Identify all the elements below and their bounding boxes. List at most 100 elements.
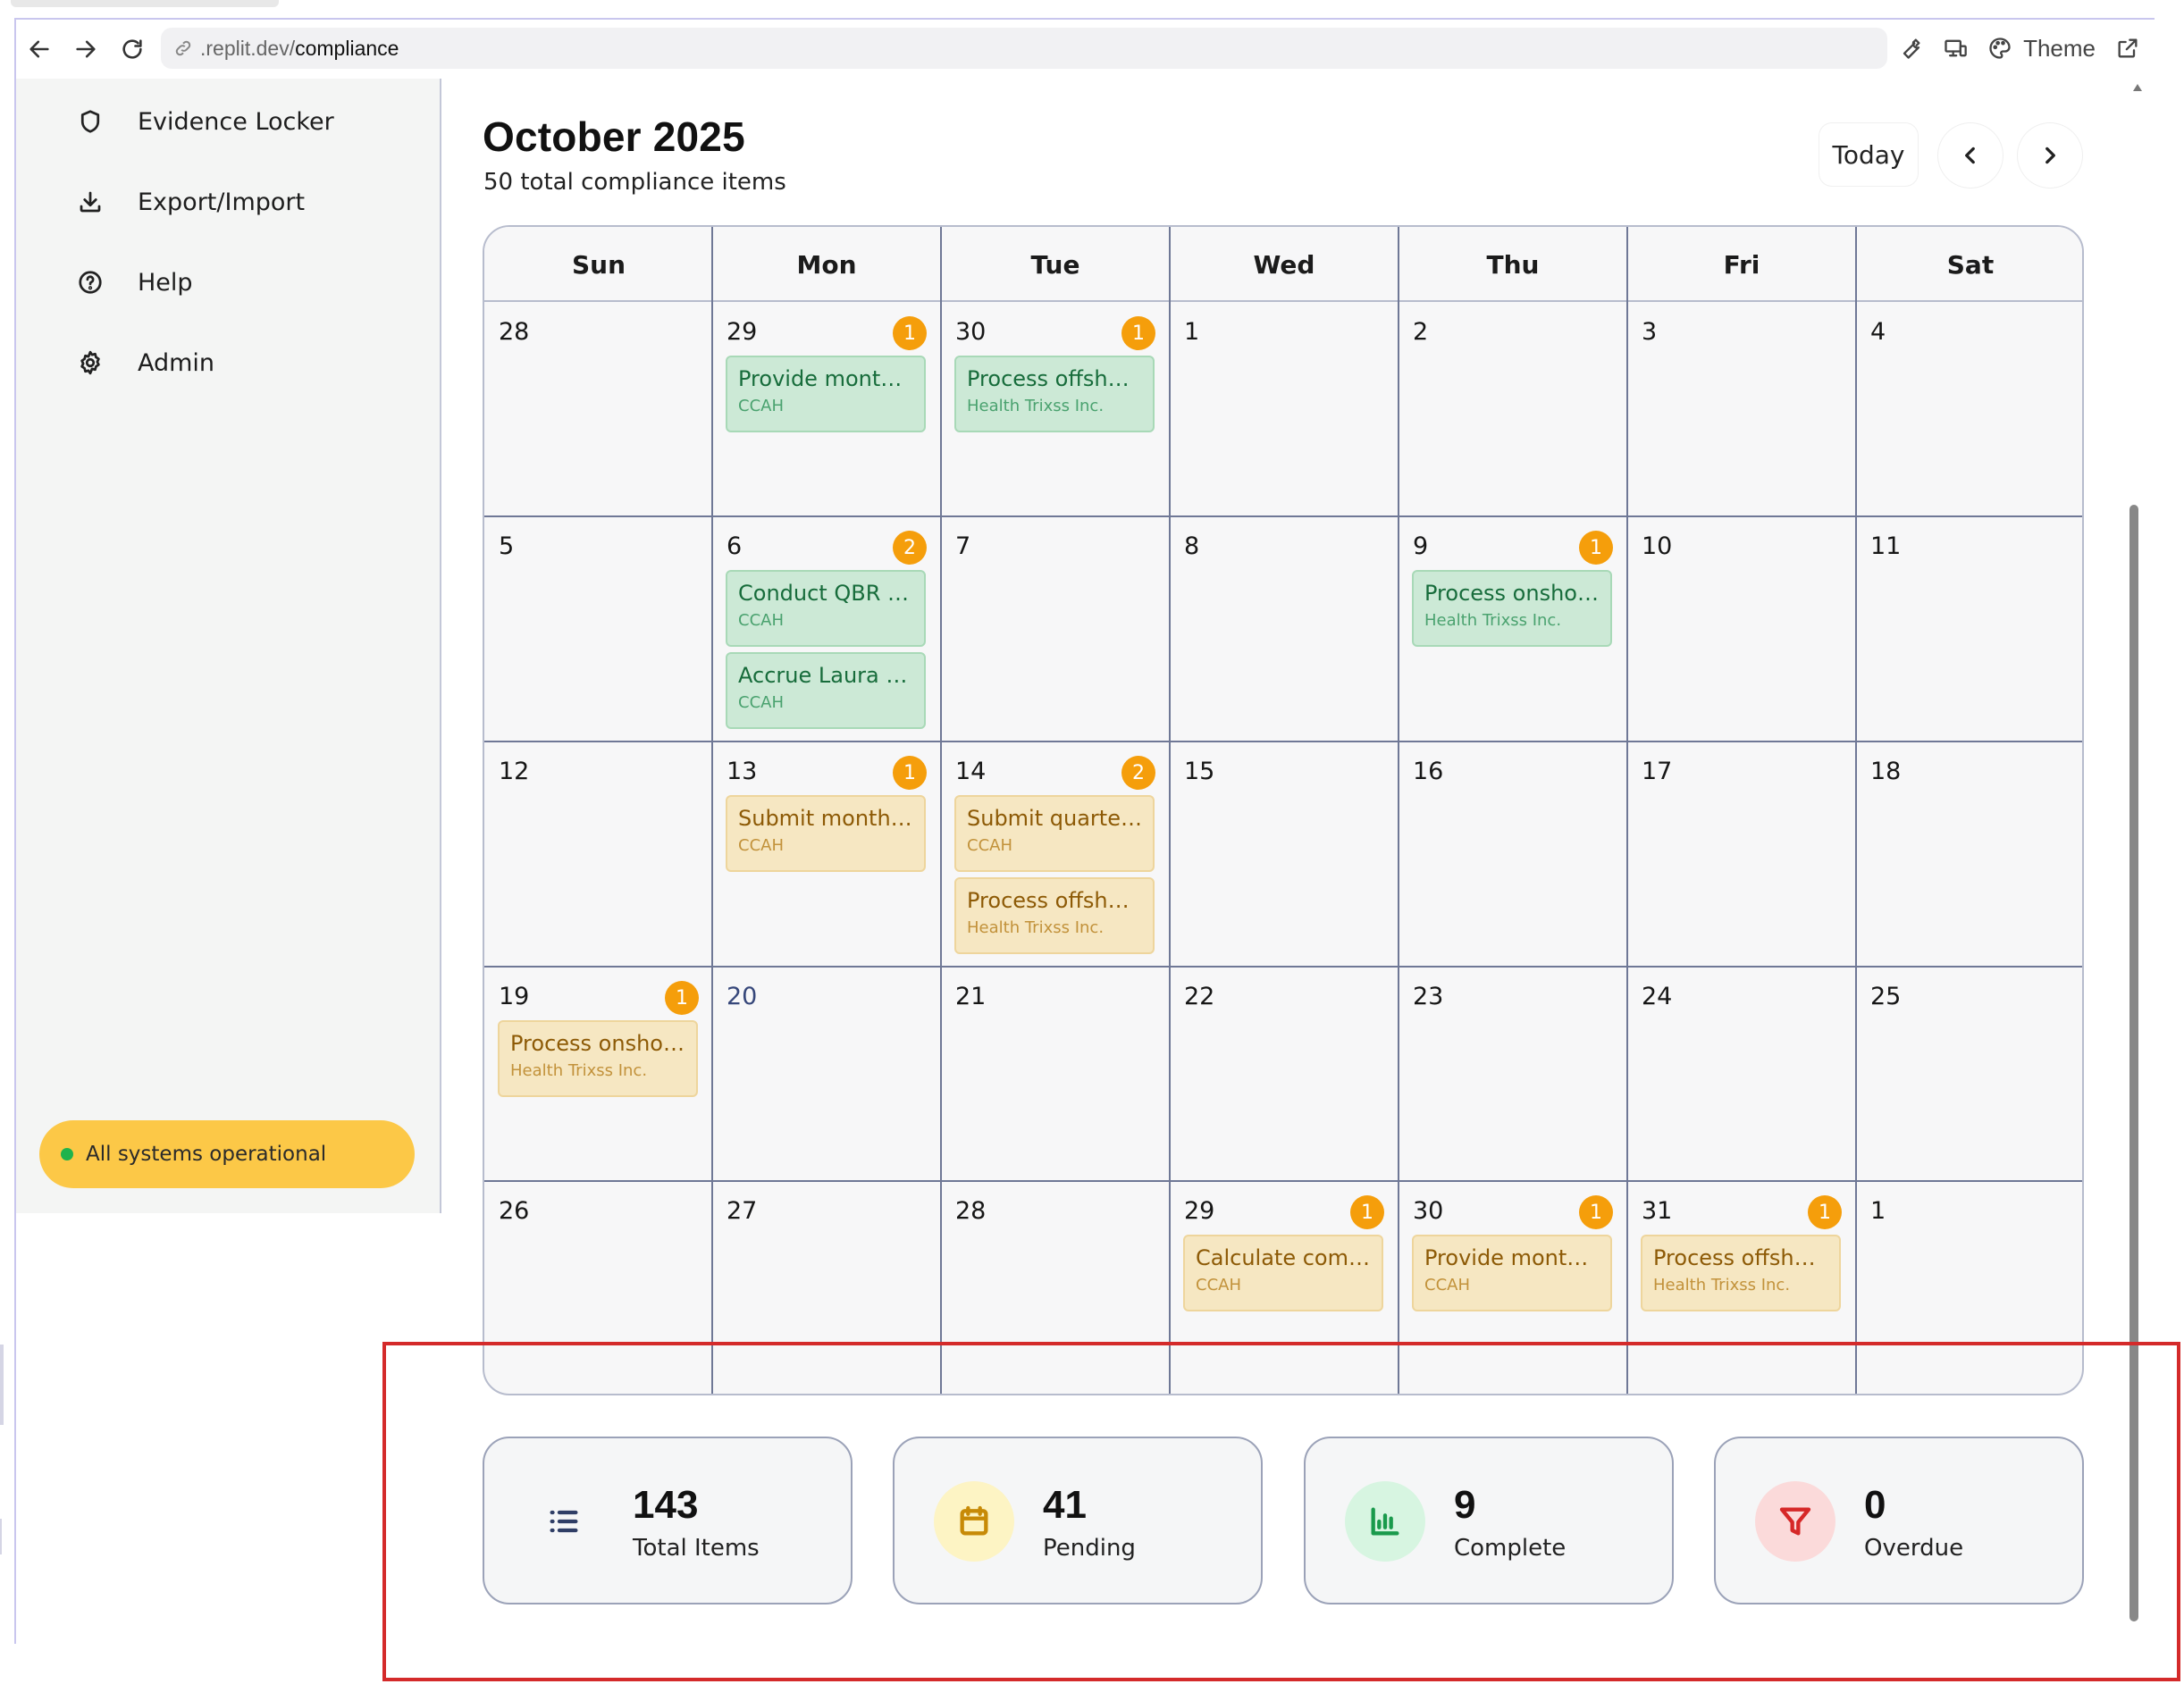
- calendar-day-cell[interactable]: 19 1 Process onshore... Health Trixss Inc.: [484, 967, 713, 1181]
- palette-icon[interactable]: [1987, 36, 2012, 61]
- wrench-icon[interactable]: [1898, 36, 1923, 61]
- compliance-event[interactable]: Process onshore... Health Trixss Inc.: [1412, 570, 1612, 647]
- calendar-day-cell[interactable]: 8: [1170, 516, 1399, 741]
- chevron-right-icon: [2045, 147, 2055, 164]
- day-number: 18: [1870, 758, 1902, 785]
- devices-icon[interactable]: [1943, 36, 1968, 61]
- next-month-button[interactable]: [2018, 123, 2082, 188]
- sidebar-item-export-import[interactable]: Export/Import: [77, 175, 305, 229]
- event-title: Process offshore...: [967, 888, 1142, 913]
- today-button[interactable]: Today: [1819, 123, 1918, 186]
- browser-tab[interactable]: [11, 0, 279, 7]
- event-title: Calculate commi...: [1196, 1245, 1371, 1270]
- calendar-day-cell[interactable]: 28: [484, 302, 713, 516]
- address-bar[interactable]: .replit.dev/compliance: [161, 28, 1887, 69]
- event-title: Process onshore...: [510, 1031, 685, 1056]
- tab-strip: [0, 0, 2184, 18]
- scroll-up-icon[interactable]: [2133, 84, 2142, 91]
- calendar-day-cell[interactable]: 14 2 Submit quarterly... CCAH Process offsho…: [941, 741, 1170, 967]
- calendar-day-cell[interactable]: 30 1 Process offshore... Health Trixss Inc.: [941, 302, 1170, 516]
- calendar-day-cell[interactable]: 2: [1399, 302, 1627, 516]
- event-organization: Health Trixss Inc.: [510, 1061, 648, 1080]
- calendar-day-cell[interactable]: 18: [1856, 741, 2082, 967]
- theme-button[interactable]: Theme: [2023, 35, 2096, 63]
- compliance-event[interactable]: Process offshore... Health Trixss Inc.: [954, 356, 1155, 432]
- calendar-day-cell[interactable]: 4: [1856, 302, 2082, 516]
- calendar-day-cell[interactable]: 62Conduct QBR for...CCAHAccrue Laura Gle…: [712, 516, 941, 741]
- calendar-day-cell[interactable]: 16: [1399, 741, 1627, 967]
- event-title: Accrue Laura Gle...: [738, 663, 913, 688]
- previous-month-button[interactable]: [1938, 123, 2003, 188]
- calendar-day-cell[interactable]: 15: [1170, 741, 1399, 967]
- event-organization: Health Trixss Inc.: [967, 397, 1105, 415]
- back-button[interactable]: [16, 26, 63, 72]
- calendar-day-cell[interactable]: 5: [484, 516, 713, 741]
- calendar-day-cell[interactable]: 22: [1170, 967, 1399, 1181]
- day-number: 8: [1184, 532, 1200, 560]
- sidebar-item-admin[interactable]: Admin: [77, 336, 214, 390]
- item-count-badge: 2: [893, 531, 927, 565]
- calendar-day-cell[interactable]: 11: [1856, 516, 2082, 741]
- reload-button[interactable]: [109, 26, 155, 72]
- day-number: 12: [499, 758, 530, 785]
- item-count-badge: 1: [893, 316, 927, 350]
- compliance-event[interactable]: Calculate commi... CCAH: [1183, 1235, 1383, 1311]
- compliance-event[interactable]: Conduct QBR for... CCAH: [726, 570, 926, 647]
- event-organization: Health Trixss Inc.: [967, 918, 1105, 937]
- calendar-day-cell[interactable]: 3: [1627, 302, 1856, 516]
- day-number: 28: [955, 1197, 987, 1225]
- calendar-day-cell[interactable]: 23: [1399, 967, 1627, 1181]
- forward-button[interactable]: [63, 26, 109, 72]
- weekday-label: Wed: [1253, 249, 1315, 280]
- event-organization: CCAH: [738, 397, 784, 415]
- event-title: Conduct QBR for...: [738, 581, 913, 606]
- calendar-day-cell[interactable]: 24: [1627, 967, 1856, 1181]
- day-number: 6: [727, 532, 743, 560]
- calendar-day-cell[interactable]: 29 1 Provide monthly ... CCAH: [712, 302, 941, 516]
- calendar-day-cell[interactable]: 10: [1627, 516, 1856, 741]
- calendar-day-cell[interactable]: 17: [1627, 741, 1856, 967]
- compliance-event[interactable]: Provide monthly ... CCAH: [1412, 1235, 1612, 1311]
- toolbar-actions: Theme: [1898, 28, 2140, 69]
- day-number: 4: [1870, 318, 1886, 346]
- page-title: October 2025: [483, 113, 745, 160]
- compliance-event[interactable]: Process offshore... Health Trixss Inc.: [954, 877, 1155, 954]
- calendar-grid: Sun Mon Tue Wed Thu Fri Sat 28 29 1 Provide month…: [483, 225, 2084, 1395]
- browser-toolbar: .replit.dev/compliance Theme: [16, 20, 2155, 79]
- sidebar-item-help[interactable]: Help: [77, 256, 193, 309]
- calendar-day-cell[interactable]: 12: [484, 741, 713, 967]
- item-count-badge: 1: [1121, 316, 1155, 350]
- day-number: 29: [1184, 1197, 1215, 1225]
- compliance-event[interactable]: Submit monthly ... CCAH: [726, 795, 926, 872]
- reload-icon: [122, 39, 142, 59]
- event-title: Submit quarterly...: [967, 806, 1142, 831]
- day-number: 27: [727, 1197, 758, 1225]
- day-number: 28: [499, 318, 530, 346]
- item-count-badge: 1: [1350, 1195, 1384, 1229]
- compliance-event[interactable]: Submit quarterly... CCAH: [954, 795, 1155, 872]
- event-title: Process offshore...: [967, 366, 1142, 391]
- open-external-icon[interactable]: [2115, 36, 2140, 61]
- compliance-event[interactable]: Provide monthly ... CCAH: [726, 356, 926, 432]
- weekday-label: Thu: [1486, 249, 1540, 280]
- event-organization: CCAH: [967, 836, 1012, 855]
- calendar-day-cell[interactable]: 7: [941, 516, 1170, 741]
- system-status-text: All systems operational: [86, 1143, 327, 1166]
- item-count-badge: 1: [665, 981, 699, 1015]
- download-icon: [80, 191, 101, 213]
- sidebar-item-evidence-locker[interactable]: Evidence Locker: [77, 95, 334, 148]
- compliance-event[interactable]: Process offshore... Health Trixss Inc.: [1641, 1235, 1841, 1311]
- sidebar-item-label: Admin: [138, 348, 215, 377]
- calendar-day-cell[interactable]: 1: [1170, 302, 1399, 516]
- event-organization: Health Trixss Inc.: [1653, 1276, 1791, 1294]
- compliance-event[interactable]: Accrue Laura Gle... CCAH: [726, 652, 926, 729]
- day-number: 30: [955, 318, 987, 346]
- calendar-day-cell[interactable]: 20: [712, 967, 941, 1181]
- event-title: Provide monthly ...: [1424, 1245, 1600, 1270]
- calendar-day-cell[interactable]: 25: [1856, 967, 2082, 1181]
- calendar-day-cell[interactable]: 13 1 Submit monthly ... CCAH: [712, 741, 941, 967]
- calendar-day-cell[interactable]: 9 1 Process onshore... Health Trixss Inc.: [1399, 516, 1627, 741]
- compliance-event[interactable]: Process onshore... Health Trixss Inc.: [498, 1020, 698, 1097]
- event-organization: CCAH: [1196, 1276, 1241, 1294]
- calendar-day-cell[interactable]: 21: [941, 967, 1170, 1181]
